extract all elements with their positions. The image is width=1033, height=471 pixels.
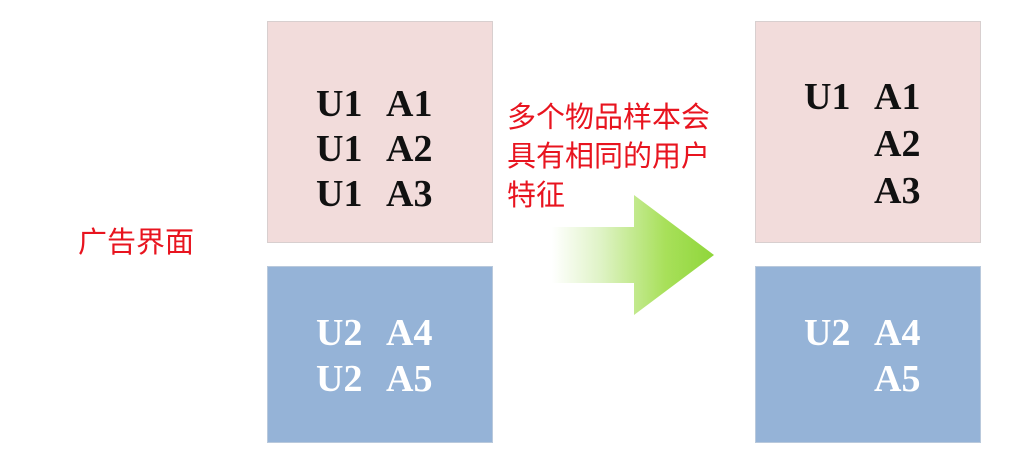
user-id: U2	[804, 312, 851, 354]
user-id: U2	[316, 312, 363, 354]
note-line-2: 具有相同的用户	[507, 139, 711, 173]
ad-id: A2	[386, 128, 433, 170]
left-pink-box: U1 A1 U1 A2 U1 A3	[267, 21, 493, 243]
user-id: U1	[316, 83, 363, 125]
ad-id: A3	[386, 173, 433, 215]
right-pink-box: U1 A1 A2 A3	[755, 21, 981, 243]
right-blue-box: U2 A4 A5	[755, 266, 981, 443]
ad-id: A4	[386, 312, 433, 354]
right-arrow-icon	[552, 195, 714, 315]
ad-id: A1	[874, 76, 921, 118]
user-id: U1	[316, 173, 363, 215]
user-id: U2	[316, 358, 363, 400]
note-line-1: 多个物品样本会	[507, 100, 711, 134]
ad-id: A4	[874, 312, 921, 354]
left-label: 广告界面	[78, 225, 195, 259]
ad-id: A5	[386, 358, 433, 400]
user-id: U1	[316, 128, 363, 170]
ad-id: A5	[874, 358, 921, 400]
user-id: U1	[804, 76, 851, 118]
ad-id: A1	[386, 83, 433, 125]
ad-id: A2	[874, 123, 921, 165]
left-blue-box: U2 A4 U2 A5	[267, 266, 493, 443]
ad-id: A3	[874, 170, 921, 212]
